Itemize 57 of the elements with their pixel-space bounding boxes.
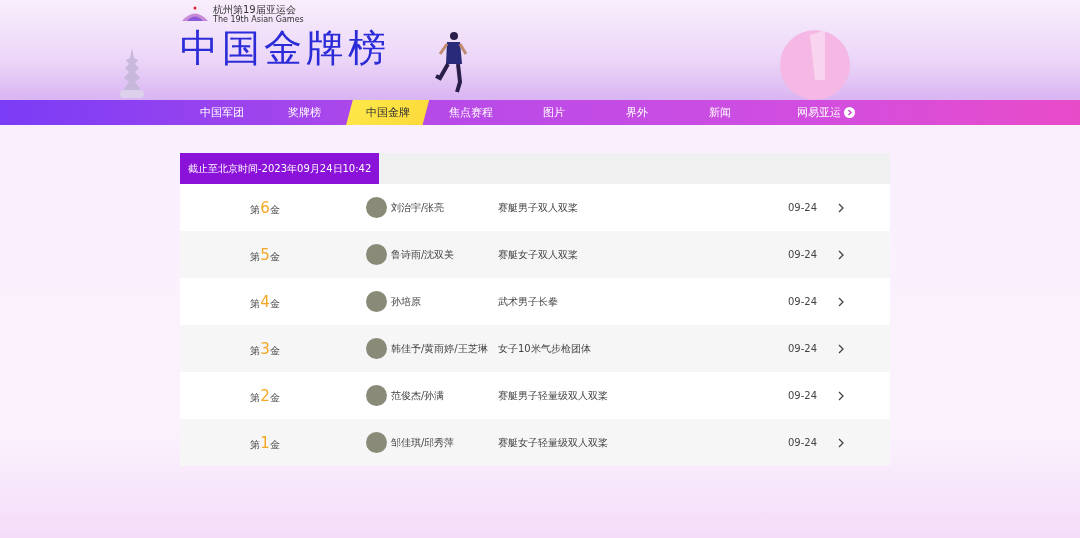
chevron-right-icon[interactable] bbox=[838, 202, 844, 213]
date-label: 09-24 bbox=[788, 249, 819, 260]
logo-icon bbox=[180, 6, 210, 22]
medal-rank-label: 第6金 bbox=[250, 198, 280, 217]
date-label: 09-24 bbox=[788, 296, 819, 307]
photo-placeholder bbox=[366, 385, 387, 406]
medal-rank-label: 第2金 bbox=[250, 386, 280, 405]
event-name: 武术男子长拳 bbox=[498, 294, 559, 309]
date-label: 09-24 bbox=[788, 343, 819, 354]
medal-row[interactable]: 第 1金 邹佳琪/邱秀萍 赛艇女子轻量级双人双桨 09-24 bbox=[180, 419, 890, 466]
chevron-right-icon[interactable] bbox=[838, 437, 844, 448]
logo-subtitle: The 19th Asian Games bbox=[213, 15, 304, 24]
pagoda-drawing bbox=[120, 48, 144, 98]
logo-title: 杭州第19届亚运会 bbox=[213, 4, 296, 15]
photo-placeholder bbox=[366, 291, 387, 312]
medal-rank-label: 第4金 bbox=[250, 292, 280, 311]
medal-row[interactable]: 第3金 韩佳予/黄雨婷/王芝琳 女子10米气步枪团体 09-24 bbox=[180, 325, 890, 372]
event-name: 赛艇女子轻量级双人双桨 bbox=[498, 435, 609, 450]
page-title: 中国金牌榜 bbox=[180, 26, 390, 70]
nav-tab[interactable]: 图片 bbox=[512, 100, 596, 125]
event-name: 赛艇女子双人双桨 bbox=[498, 247, 579, 262]
nav-tab[interactable]: 界外 bbox=[595, 100, 679, 125]
photo-placeholder bbox=[366, 244, 387, 265]
athlete-names: 韩佳予/黄雨婷/王芝琳 bbox=[391, 341, 488, 356]
medal-row[interactable]: 第5金 鲁诗雨/沈双美 赛艇女子双人双桨 09-24 bbox=[180, 231, 890, 278]
brand-link[interactable]: 网易亚运 bbox=[761, 100, 890, 125]
photo-placeholder bbox=[366, 338, 387, 359]
chevron-right-icon[interactable] bbox=[838, 249, 844, 260]
event-name: 女子10米气步枪团体 bbox=[498, 341, 592, 356]
medal-rank-label: 第 1金 bbox=[250, 433, 280, 452]
nav-tab[interactable]: 中国军团 bbox=[180, 100, 264, 125]
nav-tab[interactable]: 中国金牌 bbox=[346, 100, 430, 125]
medal-rank-label: 第3金 bbox=[250, 339, 280, 358]
chevron-right-icon[interactable] bbox=[838, 296, 844, 307]
update-time-label: 截止至北京时间-2023年09月24日10:42 bbox=[180, 153, 380, 184]
photo-placeholder bbox=[366, 197, 387, 218]
date-label: 09-24 bbox=[788, 202, 819, 213]
athlete-names: 范俊杰/孙满 bbox=[391, 388, 445, 403]
athlete-names: 刘治宇/张亮 bbox=[391, 200, 445, 215]
athlete-names: 孙培原 bbox=[391, 294, 421, 309]
nav-tab[interactable]: 焦点赛程 bbox=[429, 100, 513, 125]
event-name: 赛艇男子轻量级双人双桨 bbox=[498, 388, 609, 403]
date-label: 09-24 bbox=[788, 437, 819, 448]
athlete-names: 鲁诗雨/沈双美 bbox=[391, 247, 455, 262]
date-label: 09-24 bbox=[788, 390, 819, 401]
event-name: 赛艇男子双人双桨 bbox=[498, 200, 579, 215]
chevron-circle-icon bbox=[843, 107, 855, 118]
photo-placeholder bbox=[366, 432, 387, 453]
nav-tab[interactable]: 奖牌榜 bbox=[263, 100, 347, 125]
medal-row[interactable]: 第6金 刘治宇/张亮 赛艇男子双人双桨 09-24 bbox=[180, 184, 890, 231]
athlete-names: 邹佳琪/邱秀萍 bbox=[391, 435, 455, 450]
chevron-right-icon[interactable] bbox=[838, 390, 844, 401]
nav-tab[interactable]: 新闻 bbox=[678, 100, 762, 125]
medal-rank-label: 第5金 bbox=[250, 245, 280, 264]
medal-row[interactable]: 第4金 孙培原 武术男子长拳 09-24 bbox=[180, 278, 890, 325]
chevron-right-icon[interactable] bbox=[838, 343, 844, 354]
medal-row[interactable]: 第2金 范俊杰/孙满 赛艇男子轻量级双人双桨 09-24 bbox=[180, 372, 890, 419]
